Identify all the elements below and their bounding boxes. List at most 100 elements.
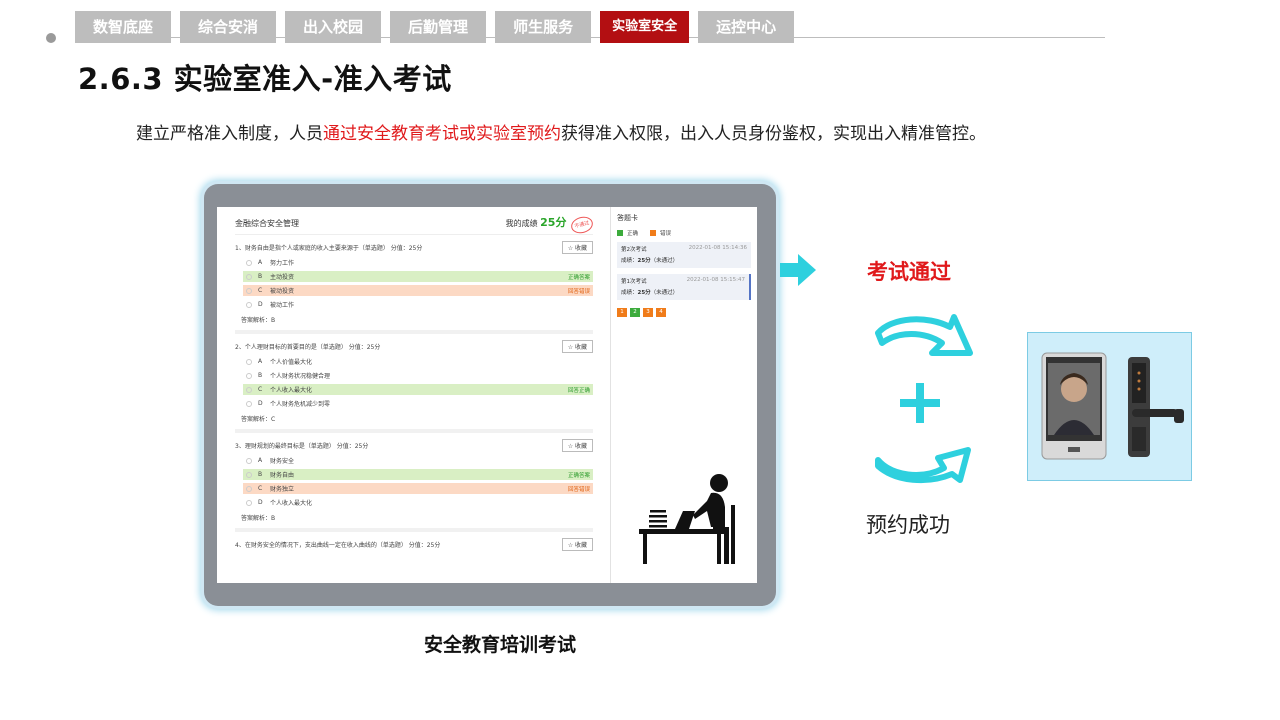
attempt-2[interactable]: 第2次考试 2022-01-08 15:14:36 成绩：25分（未通过）	[617, 242, 751, 268]
desc-part-1: 建立严格准入制度，人员	[136, 124, 323, 144]
option-text: 被动投资	[270, 288, 295, 295]
legend-correct-label: 正确	[627, 231, 639, 237]
attempt-date: 2022-01-08 15:15:47	[686, 277, 745, 283]
option-text: 个人财务状况稳健合理	[270, 373, 331, 380]
option-letter: A	[258, 457, 263, 464]
exam-score-area: 我的成绩 25分 不通过	[505, 214, 595, 236]
radio-icon	[246, 457, 252, 464]
option-letter: B	[258, 273, 263, 280]
score-value: 25分	[540, 216, 567, 229]
option-a[interactable]: A 财务安全	[243, 455, 593, 466]
answer-card-panel: 答题卡 正确 错误 第2次考试 2022-01-08 15:14:36 成绩：25…	[610, 207, 757, 583]
option-text: 财务自由	[270, 472, 295, 479]
question-line: 4、在财务安全的情况下，支出曲线一定在收入曲线的（单选题） 分值：25分 ☆ 收…	[235, 537, 593, 551]
tab-security[interactable]: 综合安消	[180, 11, 277, 43]
tab-data-base[interactable]: 数智底座	[75, 11, 172, 43]
option-b[interactable]: B 个人财务状况稳健合理	[243, 370, 593, 381]
question-2: 2、个人理财目标的首要目的是（单选题） 分值：25分 ☆ 收藏 A 个人价值最大化…	[235, 334, 593, 433]
radio-icon	[246, 259, 252, 266]
top-nav-tabs: 数智底座 综合安消 出入校园 后勤管理 师生服务 实验室安全 运控中心	[75, 11, 795, 43]
option-text: 个人收入最大化	[270, 500, 313, 507]
option-d[interactable]: D 个人收入最大化	[243, 497, 593, 508]
radio-icon	[246, 485, 252, 492]
option-tag: 正确答案	[567, 472, 590, 479]
option-c[interactable]: C 财务独立 回答错误	[243, 483, 593, 494]
person-at-desk-icon	[639, 474, 735, 564]
answer-analysis: 答案解析：B	[241, 317, 276, 324]
score-label: 我的成绩	[505, 219, 538, 228]
radio-icon	[246, 358, 252, 365]
option-text: 财务独立	[270, 486, 295, 493]
legend-wrong-label: 错误	[660, 231, 672, 237]
desc-highlight: 通过安全教育考试或实验室预约	[323, 124, 561, 144]
question-number[interactable]: 1	[617, 308, 627, 317]
option-letter: A	[258, 358, 263, 365]
option-letter: C	[258, 287, 263, 294]
attempt-score: 25分	[637, 290, 651, 296]
favorite-button[interactable]: ☆ 收藏	[561, 240, 593, 254]
option-b[interactable]: B 主动投资 正确答案	[243, 271, 593, 282]
attempt-score: 25分	[637, 258, 651, 264]
exam-passed-label: 考试通过	[867, 260, 951, 284]
option-text: 主动投资	[270, 274, 295, 281]
answer-analysis: 答案解析：C	[241, 416, 276, 423]
option-letter: D	[258, 499, 263, 506]
option-text: 个人收入最大化	[270, 387, 313, 394]
tab-lab-safety[interactable]: 实验室安全	[600, 11, 690, 43]
radio-icon	[246, 471, 252, 478]
question-line: 2、个人理财目标的首要目的是（单选题） 分值：25分 ☆ 收藏	[235, 339, 593, 353]
desc-part-2: 获得准入权限，出入人员身份鉴权，实现出入精准管控。	[561, 124, 986, 144]
option-tag: 回答错误	[567, 486, 590, 493]
correct-legend-icon	[617, 230, 623, 236]
option-text: 被动工作	[270, 302, 295, 309]
exam-title: 金融综合安全管理	[235, 219, 299, 228]
option-c[interactable]: C 个人收入最大化 回答正确	[243, 384, 593, 395]
bullet-dot	[46, 33, 56, 43]
favorite-button[interactable]: ☆ 收藏	[561, 537, 593, 551]
option-b[interactable]: B 财务自由 正确答案	[243, 469, 593, 480]
attempt-status: （未通过）	[650, 290, 679, 296]
question-4: 4、在财务安全的情况下，支出曲线一定在收入曲线的（单选题） 分值：25分 ☆ 收…	[235, 532, 593, 557]
tab-control-center[interactable]: 运控中心	[698, 11, 795, 43]
option-tag: 回答正确	[567, 387, 590, 394]
option-letter: C	[258, 485, 263, 492]
option-text: 个人价值最大化	[270, 359, 313, 366]
tab-services[interactable]: 师生服务	[495, 11, 592, 43]
radio-icon	[246, 499, 252, 506]
attempt-1[interactable]: 第1次考试 2022-01-08 15:15:47 成绩：25分（未通过）	[617, 274, 751, 300]
attempt-date: 2022-01-08 15:14:36	[688, 245, 747, 251]
question-number[interactable]: 4	[656, 308, 666, 317]
exam-panel: 金融综合安全管理 我的成绩 25分 不通过 1、财务自由是指个人或家庭的收入主要…	[217, 207, 607, 583]
question-number[interactable]: 2	[630, 308, 640, 317]
radio-icon	[246, 301, 252, 308]
access-devices-image	[1027, 332, 1192, 481]
curved-arrow-icon	[875, 314, 973, 356]
favorite-button[interactable]: ☆ 收藏	[561, 438, 593, 452]
tab-campus-access[interactable]: 出入校园	[285, 11, 382, 43]
radio-icon	[246, 273, 252, 280]
option-c[interactable]: C 被动投资 回答错误	[243, 285, 593, 296]
question-3: 3、理财规划的最终目标是（单选题） 分值：25分 ☆ 收藏 A 财务安全 B 财务自…	[235, 433, 593, 532]
answer-analysis: 答案解析：B	[241, 515, 276, 522]
question-text: 4、在财务安全的情况下，支出曲线一定在收入曲线的（单选题） 分值：25分	[235, 541, 441, 549]
option-letter: B	[258, 372, 263, 379]
tablet-frame: 金融综合安全管理 我的成绩 25分 不通过 1、财务自由是指个人或家庭的收入主要…	[204, 184, 776, 606]
option-letter: D	[258, 301, 263, 308]
wrong-legend-icon	[650, 230, 657, 236]
attempt-status: （未通过）	[650, 258, 679, 264]
attempt-name: 第1次考试	[621, 279, 647, 285]
question-line: 1、财务自由是指个人或家庭的收入主要来源于（单选题） 分值：25分 ☆ 收藏	[235, 240, 593, 254]
fail-stamp: 不通过	[569, 214, 595, 236]
option-d[interactable]: D 被动工作	[243, 299, 593, 310]
tablet-screen: 金融综合安全管理 我的成绩 25分 不通过 1、财务自由是指个人或家庭的收入主要…	[217, 207, 757, 583]
option-text: 个人财务危机减少到零	[270, 401, 331, 408]
tab-logistics[interactable]: 后勤管理	[390, 11, 487, 43]
option-a[interactable]: A 个人价值最大化	[243, 356, 593, 367]
option-letter: C	[258, 386, 263, 393]
option-letter: A	[258, 259, 263, 266]
option-d[interactable]: D 个人财务危机减少到零	[243, 398, 593, 409]
option-a[interactable]: A 努力工作	[243, 257, 593, 268]
question-number[interactable]: 3	[643, 308, 653, 317]
option-text: 财务安全	[270, 458, 295, 465]
favorite-button[interactable]: ☆ 收藏	[561, 339, 593, 353]
